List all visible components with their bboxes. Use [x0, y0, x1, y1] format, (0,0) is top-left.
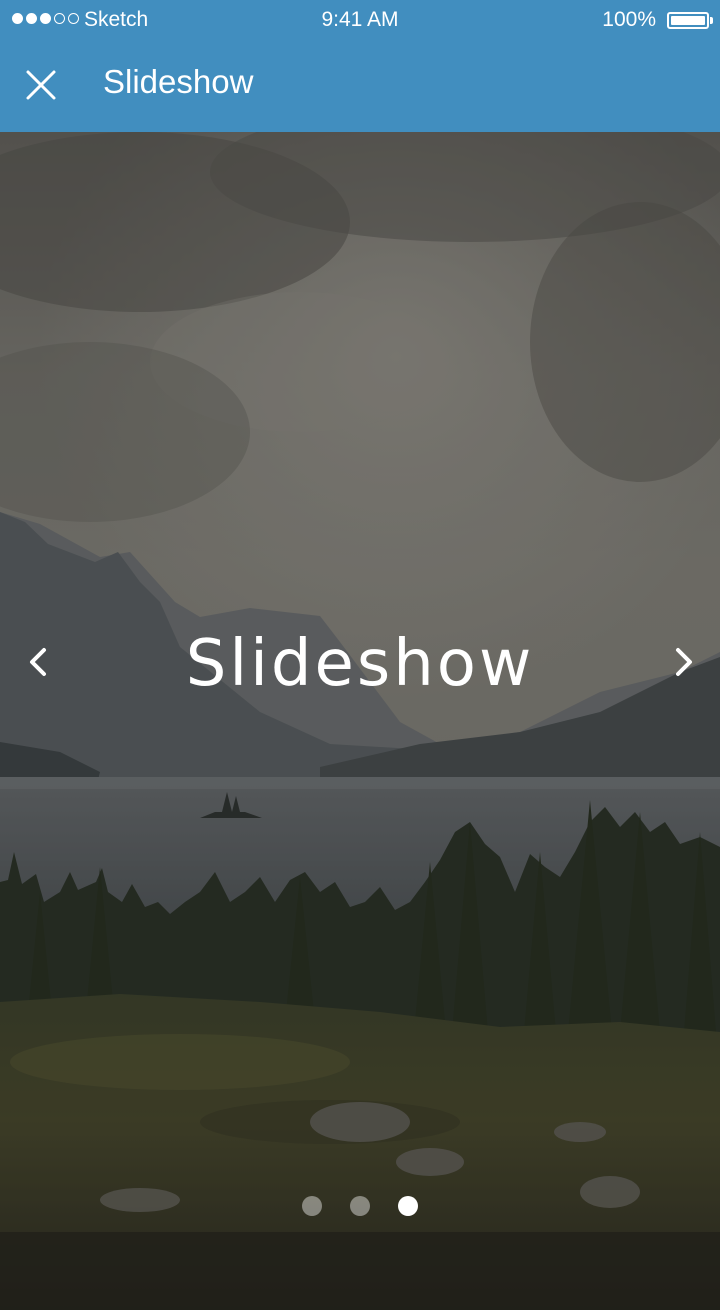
pager-dot[interactable]	[302, 1196, 322, 1216]
battery-percent: 100%	[602, 8, 656, 31]
battery-icon	[667, 12, 709, 29]
slide[interactable]: Slideshow	[0, 132, 720, 1310]
header: Sketch 9:41 AM 100% Slideshow	[0, 0, 720, 132]
next-slide-button[interactable]	[662, 636, 706, 688]
pager-dot-active[interactable]	[398, 1196, 418, 1216]
chevron-right-icon	[676, 648, 692, 676]
slide-title: Slideshow	[185, 627, 535, 701]
page-title: Slideshow	[103, 63, 254, 100]
slideshow-screen: Sketch 9:41 AM 100% Slideshow Slideshow	[0, 0, 720, 1310]
close-icon	[26, 70, 56, 100]
battery-fill	[671, 16, 705, 25]
close-button[interactable]	[12, 56, 70, 114]
status-bar: Sketch 9:41 AM 100%	[0, 0, 720, 42]
app-bar: Slideshow	[0, 42, 720, 132]
battery-terminal	[710, 17, 713, 24]
slide-pager	[0, 1196, 720, 1216]
pager-dot[interactable]	[350, 1196, 370, 1216]
slide-overlay	[0, 132, 720, 1310]
